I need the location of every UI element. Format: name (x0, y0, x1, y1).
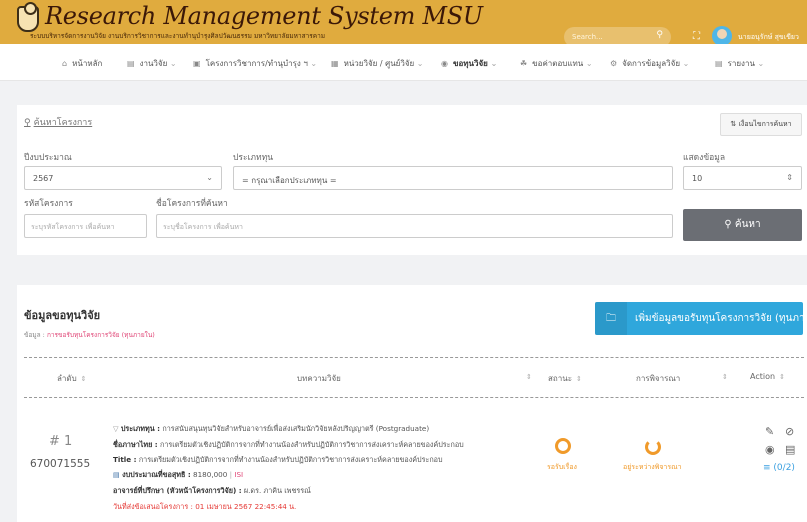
data-panel-subtitle: ข้อมูล : การขอรับทุนโครงการวิจัย (ทุนภาย… (24, 331, 155, 339)
top-header: Research Management System MSU ระบบบริหา… (0, 0, 807, 47)
row-number: # 1 (49, 434, 73, 449)
cancel-icon[interactable]: ⊘ (785, 425, 794, 438)
table-top-divider (24, 357, 804, 358)
col-header-status-sort[interactable]: ⇕ (522, 372, 532, 381)
fiscal-year-label: ปีงบประมาณ (24, 153, 72, 163)
updown-icon: ⇕ (786, 173, 793, 182)
search-project-link[interactable]: ⚲ ค้นหาโครงการ (24, 115, 92, 129)
advanced-search-button[interactable]: ⇅ เงื่อนไขการค้นหา (720, 113, 802, 136)
app-subtitle: ระบบบริหารจัดการงานวิจัย งานบริการวิชากา… (30, 32, 325, 40)
project-code-field (24, 214, 147, 238)
nav-item-home[interactable]: ⌂ หน้าหลัก (62, 57, 102, 70)
show-rows-label: แสดงข้อมูล (683, 153, 726, 163)
row-thai-name: ชื่อภาษาไทย : การเตรียมตัวเชิงปฏิบัติการ… (113, 440, 464, 449)
nav-item-unit[interactable]: ▦ หน่วยวิจัย / ศูนย์วิจัย ⌄ (331, 57, 423, 70)
fullscreen-icon[interactable]: ⛶ (693, 31, 700, 42)
folder-icon: 🗀 (595, 302, 627, 335)
row-fund-type: ▽ ประเภททุน : การสนับสนุนทุนวิจัยสำหรับอ… (113, 424, 430, 433)
project-name-field (156, 214, 673, 238)
search-icon: ⚲ (724, 219, 732, 230)
main-nav: ⌂ หน้าหลัก ▤ งานวิจัย ⌄ ▣ โครงการวิชาการ/ทำ… (0, 44, 807, 81)
clipboard-icon: ▣ (193, 59, 201, 68)
home-icon: ⌂ (62, 59, 68, 68)
hands-icon: ☘ (520, 59, 528, 68)
col-header-review[interactable]: การพิจารณา (636, 372, 680, 385)
data-panel-title: ข้อมูลขอทุนวิจัย (24, 309, 101, 322)
col-header-status[interactable]: สถานะ ⇕ (548, 372, 582, 385)
sort-icon: ⇕ (526, 373, 532, 381)
list-icon: ▤ (127, 59, 135, 68)
col-header-article[interactable]: บทความวิจัย (297, 372, 341, 385)
row-budget: ▤ งบประมาณที่ขอสุทธิ : 8180,000 | ISI (113, 470, 244, 479)
project-code-label: รหัสโครงการ (24, 199, 73, 209)
nav-item-report[interactable]: ▤ รายงาน ⌄ (715, 57, 764, 70)
row-advisor: อาจารย์ที่ปรึกษา (หัวหน้าโครงการวิจัย) :… (113, 486, 311, 495)
files-button[interactable]: ≡ (0/2) (763, 463, 795, 473)
add-fund-request-button[interactable]: 🗀 เพิ่มข้อมูลขอรับทุนโครงการวิจัย (ทุนภา… (595, 302, 807, 335)
fund-type-select[interactable]: = กรุณาเลือกประเภททุน = (233, 166, 673, 190)
row-submitted: วันที่ส่งข้อเสนอโครงการ : 01 เมษายน 2567… (113, 502, 297, 511)
sort-icon: ⇕ (80, 375, 87, 383)
nav-item-research[interactable]: ▤ งานวิจัย ⌄ (127, 57, 177, 70)
fiscal-year-select[interactable]: 2567 ⌄ (24, 166, 222, 190)
show-rows-select[interactable]: 10 ⇕ (683, 166, 802, 190)
app-title: Research Management System MSU (45, 2, 483, 30)
search-button[interactable]: ⚲ ค้นหา (683, 209, 802, 241)
nav-item-compensation[interactable]: ☘ ขอค่าตอบแทน ⌄ (520, 57, 593, 70)
edit-icon[interactable]: ✎ (765, 425, 774, 438)
nav-item-request-fund[interactable]: ◉ ขอทุนวิจัย ⌄ (441, 57, 497, 70)
pending-icon (555, 438, 571, 454)
project-name-input[interactable] (163, 220, 627, 233)
avatar[interactable] (712, 26, 732, 46)
status-label: รอรับเรื่อง (547, 463, 577, 471)
print-icon[interactable]: ▤ (785, 443, 795, 456)
review-label: อยู่ระหว่างพิจารณา (623, 463, 682, 471)
project-name-label: ชื่อโครงการที่ค้นหา (156, 199, 228, 209)
project-code-input[interactable] (31, 220, 140, 233)
gear-icon: ⚙ (610, 59, 618, 68)
list-icon: ≡ (763, 463, 771, 473)
view-icon[interactable]: ◉ (765, 443, 775, 456)
target-icon: ◉ (441, 59, 448, 68)
table-header-divider (24, 397, 804, 398)
sort-icon: ⇕ (722, 373, 728, 381)
nav-item-manage-data[interactable]: ⚙ จัดการข้อมูลวิจัย ⌄ (610, 57, 689, 70)
row-title: Title : การเตรียมตัวเชิงปฏิบัติการจากที่… (113, 455, 443, 464)
nav-item-academic[interactable]: ▣ โครงการวิชาการ/ทำนุบำรุง ฯ ⌄ (193, 57, 317, 70)
row-project-code: 670071555 (30, 458, 91, 470)
report-icon: ▤ (715, 59, 723, 68)
header-search-input[interactable] (572, 31, 652, 43)
refresh-icon (645, 439, 661, 455)
sort-icon: ⇕ (575, 375, 582, 383)
col-header-action[interactable]: Action ⇕ (750, 372, 785, 381)
chevron-down-icon: ⌄ (206, 173, 213, 182)
money-icon: ▤ (113, 470, 123, 479)
sort-icon: ⇕ (779, 373, 785, 381)
filter-icon: ▽ (113, 424, 121, 433)
col-header-order[interactable]: ลำดับ ⇕ (57, 372, 87, 385)
building-icon: ▦ (331, 59, 339, 68)
search-icon: ⚲ (24, 118, 31, 128)
logo-icon (17, 2, 39, 32)
col-header-review-sort[interactable]: ⇕ (718, 372, 728, 381)
fund-type-label: ประเภททุน (233, 153, 274, 163)
user-name[interactable]: นายอนุรักษ์ สุขเขียว (738, 32, 799, 43)
search-icon[interactable]: ⚲ (656, 30, 663, 40)
